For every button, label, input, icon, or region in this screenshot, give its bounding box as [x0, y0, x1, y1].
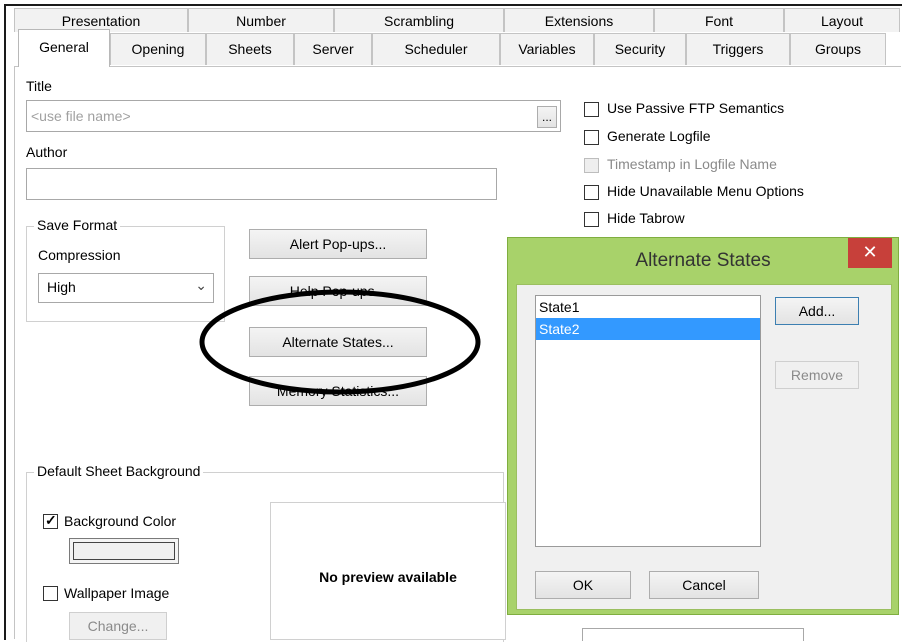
- close-icon[interactable]: ✕: [848, 238, 892, 268]
- list-item[interactable]: State2: [536, 318, 760, 340]
- alternate-states-dialog: Alternate States ✕ State1 State2 Add... …: [507, 237, 899, 615]
- tab-scrambling[interactable]: Scrambling: [334, 8, 504, 32]
- option-label: Timestamp in Logfile Name: [607, 156, 777, 172]
- option-label: Generate Logfile: [607, 128, 711, 144]
- tab-variables[interactable]: Variables: [500, 33, 594, 65]
- hidden-field-edge: [582, 628, 804, 641]
- preview-box: No preview available: [270, 502, 506, 640]
- sheet-background-legend: Default Sheet Background: [34, 463, 204, 479]
- check-icon: ✓: [45, 512, 57, 528]
- title-input[interactable]: <use file name>: [26, 100, 561, 132]
- tab-sheets[interactable]: Sheets: [206, 33, 294, 65]
- browse-button[interactable]: ...: [537, 106, 557, 128]
- option-checkbox[interactable]: [584, 102, 599, 117]
- option-label: Hide Tabrow: [607, 210, 685, 226]
- background-color-checkbox[interactable]: ✓: [43, 512, 58, 529]
- tab-server[interactable]: Server: [294, 33, 372, 65]
- option-checkbox[interactable]: [584, 130, 599, 145]
- dialog-title: Alternate States: [635, 250, 771, 271]
- annotation-ellipse: [199, 289, 481, 395]
- tab-opening[interactable]: Opening: [110, 33, 206, 65]
- background-color-swatch[interactable]: [69, 538, 179, 564]
- tab-layout[interactable]: Layout: [784, 8, 900, 32]
- alert-popups-button[interactable]: Alert Pop-ups...: [249, 229, 427, 259]
- add-button[interactable]: Add...: [775, 297, 859, 325]
- change-button[interactable]: Change...: [69, 612, 167, 640]
- compression-value: High: [47, 279, 76, 295]
- author-label: Author: [26, 144, 68, 160]
- wallpaper-checkbox[interactable]: [43, 586, 58, 601]
- author-value: [27, 176, 31, 192]
- tab-general[interactable]: General: [18, 29, 110, 67]
- tab-font[interactable]: Font: [654, 8, 784, 32]
- background-color-label: Background Color: [64, 513, 177, 529]
- tab-scheduler[interactable]: Scheduler: [372, 33, 500, 65]
- states-listbox[interactable]: State1 State2: [535, 295, 761, 547]
- wallpaper-label: Wallpaper Image: [64, 585, 170, 601]
- option-label: Hide Unavailable Menu Options: [607, 183, 804, 199]
- tab-triggers[interactable]: Triggers: [686, 33, 790, 65]
- preview-text: No preview available: [319, 569, 457, 585]
- tab-extensions[interactable]: Extensions: [504, 8, 654, 32]
- save-format-legend: Save Format: [34, 217, 121, 233]
- tab-number[interactable]: Number: [188, 8, 334, 32]
- title-placeholder: <use file name>: [31, 108, 131, 124]
- compression-select[interactable]: High ⌄: [38, 273, 214, 303]
- remove-button[interactable]: Remove: [775, 361, 859, 389]
- option-label: Use Passive FTP Semantics: [607, 100, 785, 116]
- ok-button[interactable]: OK: [535, 571, 631, 599]
- title-label: Title: [26, 78, 52, 94]
- option-checkbox[interactable]: [584, 158, 599, 173]
- compression-label: Compression: [38, 247, 121, 263]
- list-item[interactable]: State1: [536, 296, 760, 318]
- cancel-button[interactable]: Cancel: [649, 571, 759, 599]
- tab-groups[interactable]: Groups: [790, 33, 886, 65]
- option-checkbox[interactable]: [584, 212, 599, 227]
- author-input[interactable]: [26, 168, 497, 200]
- tab-security[interactable]: Security: [594, 33, 686, 65]
- dialog-body: State1 State2 Add... Remove OK Cancel: [516, 284, 892, 610]
- option-checkbox[interactable]: [584, 185, 599, 200]
